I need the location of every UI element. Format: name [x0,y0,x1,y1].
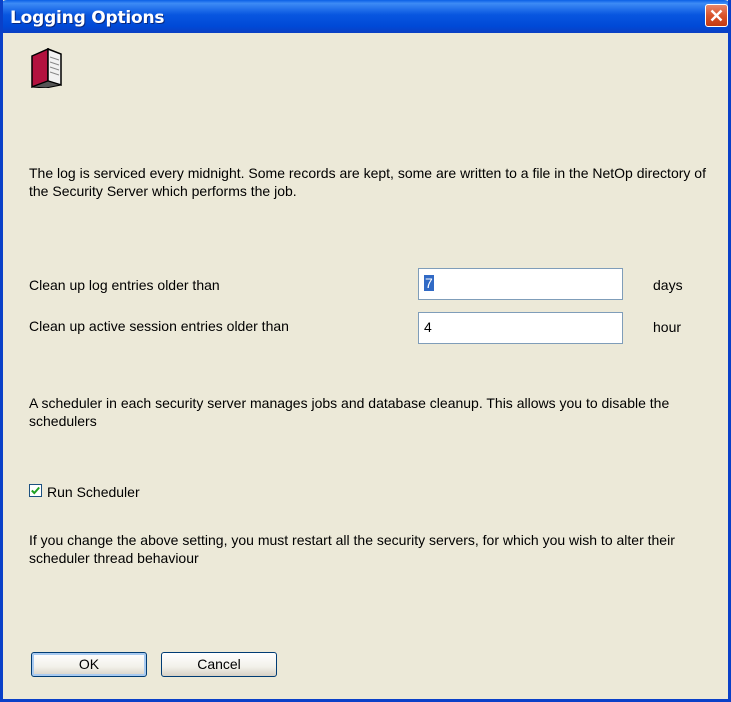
log-cleanup-label: Clean up log entries older than [29,277,220,293]
run-scheduler-label[interactable]: Run Scheduler [47,483,140,501]
logging-options-dialog: Logging Options The log is serviced ever… [0,0,731,702]
close-icon [710,9,723,22]
intro-text: The log is serviced every midnight. Some… [29,165,706,199]
title-bar[interactable]: Logging Options [3,0,728,33]
session-hours-value: 4 [424,319,432,335]
window-title: Logging Options [10,8,165,28]
log-days-input[interactable]: 7 [418,268,623,300]
run-scheduler-checkbox[interactable] [29,484,42,497]
log-days-value: 7 [424,275,434,291]
scheduler-description: A scheduler in each security server mana… [29,395,670,429]
session-cleanup-label: Clean up active session entries older th… [29,318,289,334]
book-icon [31,48,62,88]
days-unit-label: days [653,277,683,293]
close-button[interactable] [705,4,728,27]
restart-notice: If you change the above setting, you mus… [29,532,675,566]
checkmark-icon [31,486,40,495]
hour-unit-label: hour [653,319,682,335]
cancel-button[interactable]: Cancel [161,652,277,677]
ok-button[interactable]: OK [31,652,147,677]
session-hours-input[interactable]: 4 [418,312,623,344]
